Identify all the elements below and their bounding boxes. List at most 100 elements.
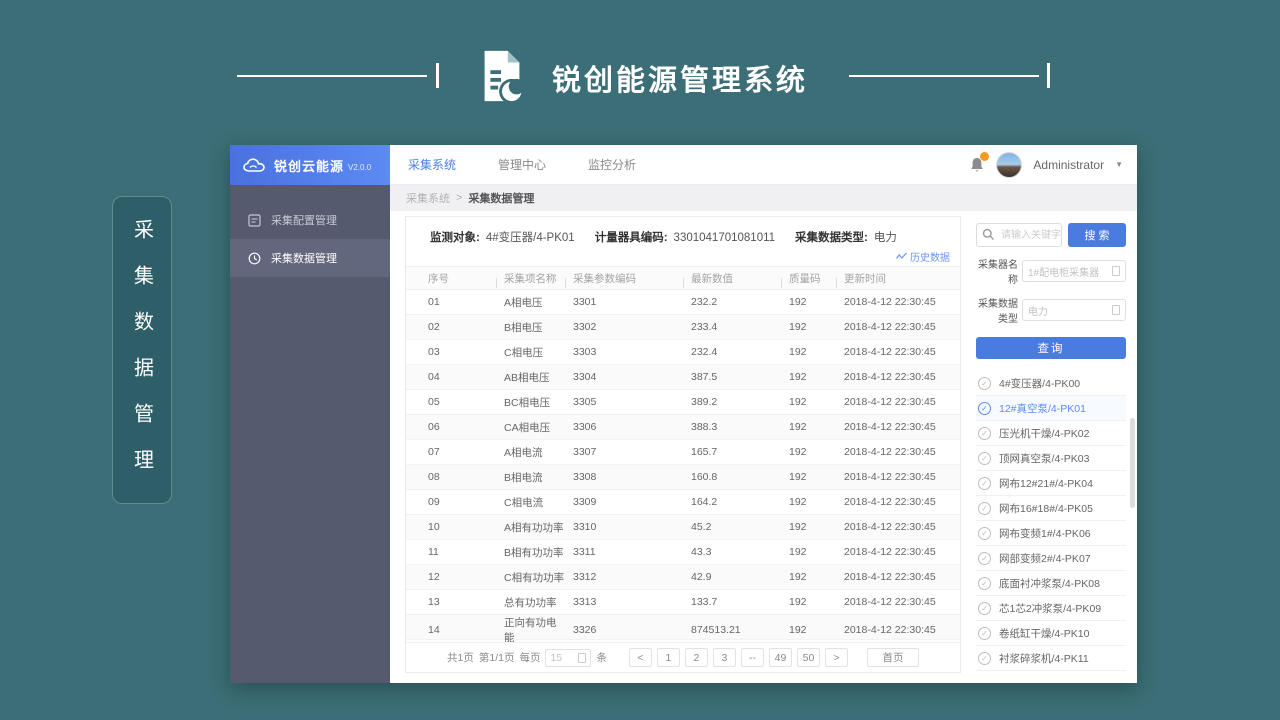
history-data-link[interactable]: 历史数据 xyxy=(896,249,950,264)
cell-item-name: B相电流 xyxy=(496,470,565,485)
cell-quality-code: 192 xyxy=(781,296,836,308)
prev-page-button[interactable]: < xyxy=(629,648,652,667)
table-row: 04 AB相电压 3304 387.5 192 2018-4-12 22:30:… xyxy=(406,365,960,390)
tab-management-center[interactable]: 管理中心 xyxy=(498,156,546,173)
device-item[interactable]: ✓ 4#变压器/4-PK00 xyxy=(976,371,1126,396)
cell-index: 08 xyxy=(406,471,496,483)
tab-collection-system[interactable]: 采集系统 xyxy=(408,156,456,173)
tab-monitoring-analysis[interactable]: 监控分析 xyxy=(588,156,636,173)
table-row: 07 A相电流 3307 165.7 192 2018-4-12 22:30:4… xyxy=(406,440,960,465)
cell-index: 02 xyxy=(406,321,496,333)
sidebar-item-collection-config[interactable]: 采集配置管理 xyxy=(230,201,390,239)
device-label: 网布16#18#/4-PK05 xyxy=(999,501,1093,516)
sidebar-menu: 采集配置管理 采集数据管理 xyxy=(230,185,390,277)
cell-quality-code: 192 xyxy=(781,546,836,558)
table-row: 12 C相有功功率 3312 42.9 192 2018-4-12 22:30:… xyxy=(406,565,960,590)
device-item[interactable]: ✓ 芯1芯2冲浆泵/4-PK09 xyxy=(976,596,1126,621)
cell-quality-code: 192 xyxy=(781,571,836,583)
page-button[interactable]: 3 xyxy=(713,648,736,667)
device-item[interactable]: ✓ 网布12#21#/4-PK04 xyxy=(976,471,1126,496)
cell-index: 05 xyxy=(406,396,496,408)
device-label: 压光机干燥/4-PK02 xyxy=(999,426,1089,441)
user-name: Administrator xyxy=(1033,158,1104,172)
notification-bell-icon[interactable] xyxy=(969,156,985,174)
device-item[interactable]: ✓ 网部变频2#/4-PK07 xyxy=(976,546,1126,571)
table-row: 08 B相电流 3308 160.8 192 2018-4-12 22:30:4… xyxy=(406,465,960,490)
clock-icon xyxy=(248,252,261,265)
table-row: 13 总有功功率 3313 133.7 192 2018-4-12 22:30:… xyxy=(406,590,960,615)
cell-quality-code: 192 xyxy=(781,446,836,458)
device-item[interactable]: ✓ 卷纸缸干燥/4-PK10 xyxy=(976,621,1126,646)
cell-param-code: 3313 xyxy=(565,596,683,608)
cell-index: 14 xyxy=(406,624,496,636)
cell-param-code: 3326 xyxy=(565,624,683,636)
cell-param-code: 3303 xyxy=(565,346,683,358)
config-icon xyxy=(248,214,261,227)
device-list: ✓ 4#变压器/4-PK00 ✓ 12#真空泵/4-PK01 ✓ 压光机干燥/4… xyxy=(976,371,1126,671)
current-page-indicator: 第1/1页 xyxy=(479,650,515,665)
cell-update-time: 2018-4-12 22:30:45 xyxy=(836,346,960,358)
search-button[interactable]: 搜 索 xyxy=(1068,223,1126,247)
page-button[interactable]: -- xyxy=(741,648,764,667)
cell-param-code: 3311 xyxy=(565,546,683,558)
document-edit-icon xyxy=(473,46,531,106)
search-icon xyxy=(982,228,995,241)
data-type-select[interactable]: 电力 xyxy=(1022,299,1126,321)
device-item[interactable]: ✓ 压光机干燥/4-PK02 xyxy=(976,421,1126,446)
cell-quality-code: 192 xyxy=(781,496,836,508)
page-button[interactable]: 2 xyxy=(685,648,708,667)
cell-update-time: 2018-4-12 22:30:45 xyxy=(836,571,960,583)
collector-name-select[interactable]: 1#配电柜采集器 xyxy=(1022,260,1126,282)
query-button[interactable]: 查询 xyxy=(976,337,1126,359)
data-type-row: 采集数据类型 电力 xyxy=(976,295,1126,325)
device-item[interactable]: ✓ 12#真空泵/4-PK01 xyxy=(976,396,1126,421)
device-label: 网布12#21#/4-PK04 xyxy=(999,476,1093,491)
check-circle-icon: ✓ xyxy=(978,477,991,490)
page-button[interactable]: 1 xyxy=(657,648,680,667)
pagination-bar: 共1页 第1/1页 每页 15 条 < 1 2 3 xyxy=(406,642,960,672)
sidebar-item-collection-data[interactable]: 采集数据管理 xyxy=(230,239,390,277)
page-buttons: 1 2 3 -- 49 50 xyxy=(657,648,820,667)
check-circle-icon: ✓ xyxy=(978,527,991,540)
cell-item-name: B相电压 xyxy=(496,320,565,335)
device-item[interactable]: ✓ 底面衬冲浆泵/4-PK08 xyxy=(976,571,1126,596)
breadcrumb-parent[interactable]: 采集系统 xyxy=(406,190,450,206)
cell-index: 10 xyxy=(406,521,496,533)
cell-item-name: AB相电压 xyxy=(496,370,565,385)
cell-item-name: 总有功功率 xyxy=(496,595,565,610)
first-page-button[interactable]: 首页 xyxy=(867,648,919,667)
device-item[interactable]: ✓ 网布16#18#/4-PK05 xyxy=(976,496,1126,521)
header-index: 序号 xyxy=(406,271,496,286)
check-circle-icon: ✓ xyxy=(978,427,991,440)
meter-code-value: 3301041701081011 xyxy=(674,232,775,244)
table-row: 01 A相电压 3301 232.2 192 2018-4-12 22:30:4… xyxy=(406,290,960,315)
side-tab-data-collection[interactable]: 采集数据管理 xyxy=(112,196,172,504)
device-item[interactable]: ✓ 顶网真空泵/4-PK03 xyxy=(976,446,1126,471)
table-row: 10 A相有功功率 3310 45.2 192 2018-4-12 22:30:… xyxy=(406,515,960,540)
page-button[interactable]: 50 xyxy=(797,648,820,667)
cell-param-code: 3309 xyxy=(565,496,683,508)
cell-quality-code: 192 xyxy=(781,624,836,636)
next-page-button[interactable]: > xyxy=(825,648,848,667)
page-button[interactable]: 49 xyxy=(769,648,792,667)
device-label: 卷纸缸干燥/4-PK10 xyxy=(999,626,1089,641)
chevron-down-icon[interactable]: ▼ xyxy=(1115,160,1123,169)
logo-text: 锐创云能源 xyxy=(274,156,344,175)
cell-latest-value: 232.2 xyxy=(683,296,781,308)
cell-update-time: 2018-4-12 22:30:45 xyxy=(836,496,960,508)
device-item[interactable]: ✓ 网布变频1#/4-PK06 xyxy=(976,521,1126,546)
table-row: 06 CA相电压 3306 388.3 192 2018-4-12 22:30:… xyxy=(406,415,960,440)
device-label: 网部变频2#/4-PK07 xyxy=(999,551,1091,566)
device-label: 芯1芯2冲浆泵/4-PK09 xyxy=(999,601,1101,616)
check-circle-icon: ✓ xyxy=(978,627,991,640)
scrollbar-thumb[interactable] xyxy=(1130,418,1135,508)
cell-item-name: A相有功功率 xyxy=(496,520,565,535)
page-size-select[interactable]: 15 xyxy=(545,649,591,667)
device-label: 顶网真空泵/4-PK03 xyxy=(999,451,1089,466)
device-item[interactable]: ✓ 衬浆碎浆机/4-PK11 xyxy=(976,646,1126,671)
check-circle-icon: ✓ xyxy=(978,652,991,665)
table-row: 05 BC相电压 3305 389.2 192 2018-4-12 22:30:… xyxy=(406,390,960,415)
line-chart-icon xyxy=(896,252,907,260)
notification-badge xyxy=(980,152,989,161)
user-avatar[interactable] xyxy=(996,152,1022,178)
